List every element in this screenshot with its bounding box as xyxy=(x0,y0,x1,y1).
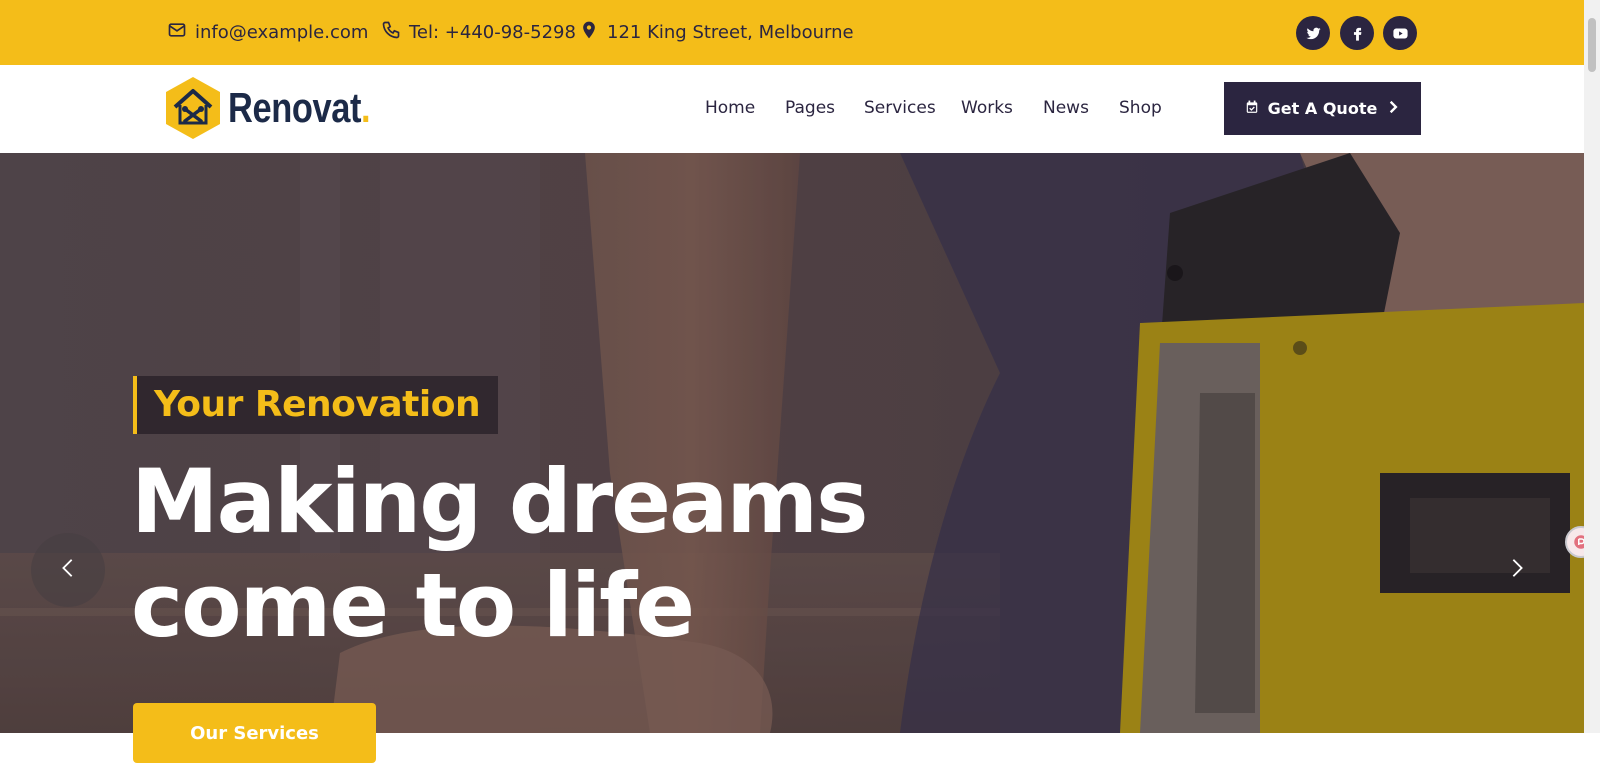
scrollbar-thumb[interactable] xyxy=(1588,18,1596,72)
nav-news[interactable]: News xyxy=(1043,94,1089,122)
hero-headline-line-2: come to life xyxy=(131,554,695,657)
calendar-check-icon xyxy=(1245,99,1259,118)
phone-icon xyxy=(381,20,401,45)
youtube-icon[interactable] xyxy=(1383,16,1417,50)
nav-services[interactable]: Services xyxy=(864,94,936,122)
logo-name: Renovat xyxy=(228,84,362,131)
page-scrollbar[interactable] xyxy=(1584,0,1600,733)
map-pin-icon xyxy=(579,20,599,45)
slider-prev-button[interactable] xyxy=(31,533,105,607)
logo-icon[interactable] xyxy=(164,76,222,140)
get-a-quote-button[interactable]: Get A Quote xyxy=(1224,82,1421,135)
twitter-icon[interactable] xyxy=(1296,16,1330,50)
hero-headline-line-1: Making dreams xyxy=(131,450,868,553)
nav-shop[interactable]: Shop xyxy=(1119,94,1162,122)
facebook-icon[interactable] xyxy=(1340,16,1374,50)
nav-home[interactable]: Home xyxy=(705,94,755,122)
nav-works[interactable]: Works xyxy=(961,94,1013,122)
phone-contact[interactable]: Tel: +440-98-5298 xyxy=(381,0,576,65)
address-text: 121 King Street, Melbourne xyxy=(607,22,854,43)
email-text: info@example.com xyxy=(195,22,369,43)
nav-pages[interactable]: Pages xyxy=(785,94,835,122)
chevron-right-icon xyxy=(1506,557,1528,584)
slider-next-button[interactable] xyxy=(1480,533,1554,607)
hero-headline: Making dreams come to life xyxy=(131,450,1031,658)
email-contact[interactable]: info@example.com xyxy=(167,0,368,65)
logo-dot: . xyxy=(361,84,371,131)
chevron-right-icon xyxy=(1386,99,1400,118)
logo-wordmark[interactable]: Renovat. xyxy=(228,80,371,136)
our-services-button[interactable]: Our Services xyxy=(133,703,376,763)
phone-text: Tel: +440-98-5298 xyxy=(409,22,576,43)
hero-eyebrow: Your Renovation xyxy=(133,376,499,434)
get-a-quote-label: Get A Quote xyxy=(1267,99,1378,118)
chevron-left-icon xyxy=(57,557,79,584)
address-contact: 121 King Street, Melbourne xyxy=(579,0,854,65)
envelope-icon xyxy=(167,20,187,45)
